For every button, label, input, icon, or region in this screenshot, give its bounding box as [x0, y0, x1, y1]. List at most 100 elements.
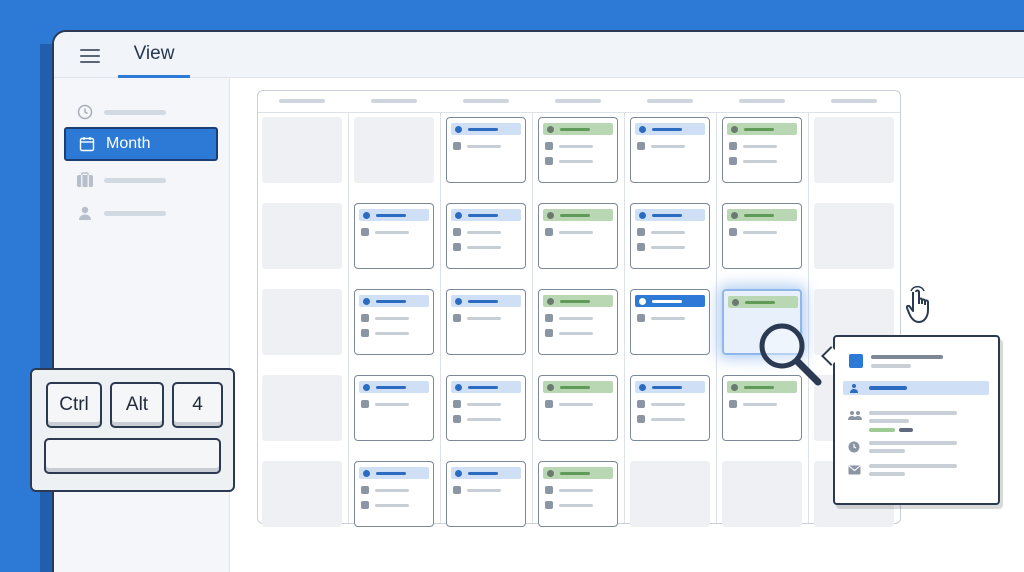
key-4[interactable]: 4 [172, 382, 223, 428]
event-detail-row [637, 142, 685, 150]
event-header [543, 467, 613, 479]
event-title-placeholder [376, 471, 406, 475]
event-detail-row [637, 314, 685, 322]
event-title-placeholder [652, 299, 682, 303]
sidebar-item-clock[interactable] [76, 101, 166, 123]
tab-view[interactable]: View [118, 32, 190, 78]
popover-row-highlight[interactable] [843, 381, 989, 395]
event-title-placeholder [652, 127, 682, 131]
calendar-day-cell[interactable] [262, 375, 342, 441]
detail-line-placeholder [743, 144, 777, 148]
sidebar-item-month[interactable]: Month [64, 127, 218, 161]
event-header [451, 123, 521, 135]
calendar-day-cell[interactable] [814, 117, 894, 183]
mail-icon [848, 465, 861, 475]
detail-line-placeholder [375, 503, 409, 507]
calendar-event-card[interactable] [630, 117, 710, 183]
event-title-placeholder [560, 127, 590, 131]
magnifier-icon [759, 323, 822, 386]
group-icon [848, 411, 862, 420]
sidebar-item-briefcase[interactable] [76, 169, 166, 191]
column-divider [532, 113, 533, 523]
person-icon [639, 383, 646, 391]
calendar-event-card[interactable] [722, 203, 802, 269]
event-detail-row [361, 329, 409, 337]
detail-line-placeholder [559, 503, 593, 507]
calendar-event-card[interactable] [630, 375, 710, 441]
event-header [543, 381, 613, 393]
event-title-placeholder [468, 299, 498, 303]
mail-icon [545, 329, 553, 337]
event-title-placeholder [871, 355, 943, 359]
event-title-placeholder [560, 385, 590, 389]
person-icon [547, 297, 554, 305]
person-icon [547, 125, 554, 133]
calendar-event-card[interactable] [538, 461, 618, 527]
month-label: Month [106, 135, 151, 152]
mail-icon [729, 157, 737, 165]
event-detail-row [545, 142, 593, 150]
calendar-event-card[interactable] [354, 203, 434, 269]
tag-green [869, 428, 895, 432]
detail-line-placeholder [375, 488, 409, 492]
event-title-placeholder [468, 127, 498, 131]
event-detail-row [545, 329, 593, 337]
weekday-header [258, 91, 900, 113]
detail-line-placeholder [651, 316, 685, 320]
person-icon [731, 383, 738, 391]
detail-line-placeholder [467, 230, 501, 234]
key-alt[interactable]: Alt [110, 382, 164, 428]
calendar-event-card[interactable] [354, 375, 434, 441]
key-space[interactable] [44, 438, 221, 474]
event-header [451, 467, 521, 479]
calendar-event-card[interactable] [538, 375, 618, 441]
calendar-event-card[interactable] [722, 117, 802, 183]
calendar-event-card[interactable] [630, 203, 710, 269]
weekday-label [371, 99, 417, 103]
detail-line-placeholder [743, 159, 777, 163]
brief-icon [361, 486, 369, 494]
person-icon [731, 211, 738, 219]
calendar-day-cell[interactable] [814, 203, 894, 269]
briefcase-icon [76, 171, 94, 189]
calendar-event-card[interactable] [446, 117, 526, 183]
hamburger-menu-icon[interactable] [80, 49, 100, 63]
sidebar-item-person[interactable] [76, 202, 166, 224]
clock-icon [848, 441, 860, 453]
calendar-day-cell[interactable] [262, 461, 342, 527]
column-divider [624, 113, 625, 523]
event-detail-row [729, 157, 777, 165]
calendar-event-card[interactable] [538, 203, 618, 269]
mail-icon [453, 415, 461, 423]
calendar-day-cell[interactable] [630, 461, 710, 527]
person-icon [455, 383, 462, 391]
event-detail-row [453, 400, 501, 408]
calendar-day-cell[interactable] [354, 117, 434, 183]
person-icon [639, 297, 646, 305]
event-detail-row [545, 228, 593, 236]
calendar-day-cell[interactable] [262, 203, 342, 269]
calendar-event-card[interactable] [446, 461, 526, 527]
clock-icon [545, 486, 553, 494]
event-header [635, 209, 705, 221]
calendar-event-card[interactable] [538, 289, 618, 355]
clock-icon [637, 400, 645, 408]
event-header [451, 295, 521, 307]
person-icon [547, 211, 554, 219]
calendar-event-card[interactable] [630, 289, 710, 355]
calendar-day-cell[interactable] [262, 117, 342, 183]
calendar-event-card[interactable] [354, 289, 434, 355]
tag-dark [899, 428, 913, 432]
event-title-placeholder [745, 300, 775, 304]
calendar-event-card[interactable] [538, 117, 618, 183]
calendar-day-cell[interactable] [722, 461, 802, 527]
calendar-event-card[interactable] [354, 461, 434, 527]
calendar-event-card[interactable] [446, 203, 526, 269]
key-ctrl[interactable]: Ctrl [46, 382, 102, 428]
mail-icon [637, 314, 645, 322]
calendar-event-card[interactable] [446, 375, 526, 441]
calendar-day-cell[interactable] [262, 289, 342, 355]
event-title-placeholder [744, 213, 774, 217]
calendar-event-card[interactable] [446, 289, 526, 355]
detail-line-placeholder [375, 402, 409, 406]
